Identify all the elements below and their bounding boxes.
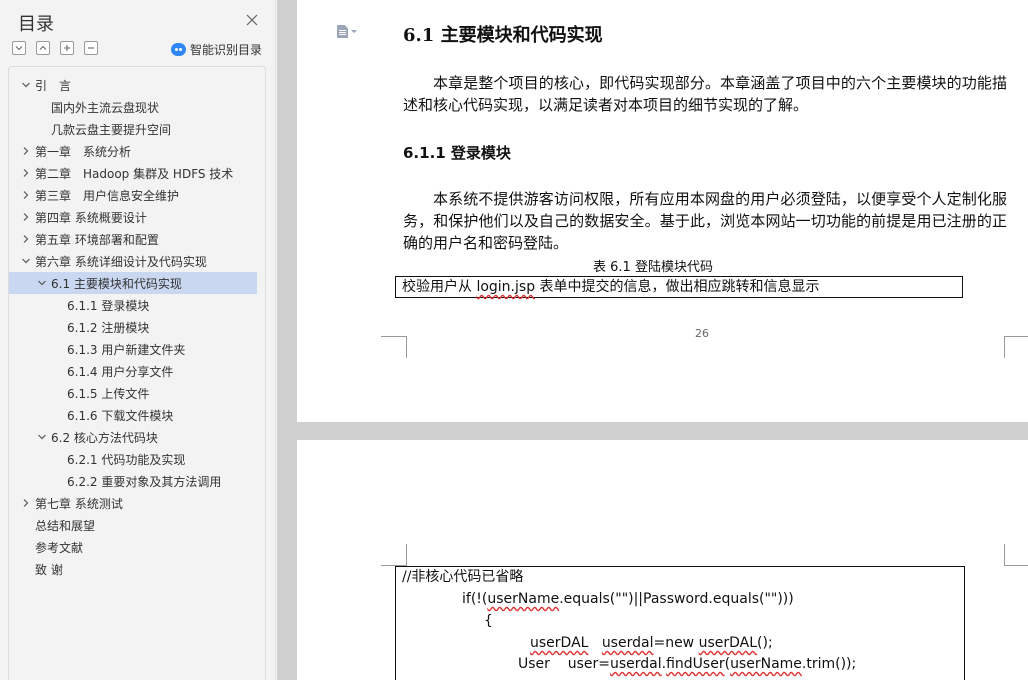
ai-assistant-icon (171, 43, 186, 56)
toc-item-label: 第六章 系统详细设计及代码实现 (35, 254, 207, 269)
toc-toolbar (12, 41, 98, 55)
toc-item[interactable]: 6.2.1 代码功能及实现 (9, 448, 265, 470)
document-page[interactable]: //非核心代码已省略 if(!(userName.equals("")||Pas… (297, 440, 1028, 680)
remove-level-icon[interactable] (84, 41, 98, 55)
toc-item[interactable]: 6.1.6 下载文件模块 (9, 404, 265, 426)
toc-item[interactable]: 第三章 用户信息安全维护 (9, 184, 265, 206)
toc-item[interactable]: 引 言 (9, 74, 265, 96)
toc-item-label: 致 谢 (35, 562, 63, 577)
toc-item-label: 第二章 Hadoop 集群及 HDFS 技术 (35, 166, 234, 181)
sidebar-title: 目录 (18, 14, 54, 35)
crop-mark (1004, 336, 1028, 358)
toc-item-label: 6.2.2 重要对象及其方法调用 (67, 474, 222, 489)
toc-item[interactable]: 第一章 系统分析 (9, 140, 265, 162)
toc-item[interactable]: 第五章 环境部署和配置 (9, 228, 265, 250)
table-cell-text-file: login.jsp (476, 279, 536, 295)
code-line: if(!(userName.equals("")||Password.equal… (462, 591, 794, 607)
chevron-right-icon[interactable] (21, 234, 31, 244)
document-icon (337, 25, 348, 38)
toc-item-label: 6.2 核心方法代码块 (51, 430, 158, 445)
chevron-right-icon[interactable] (21, 146, 31, 156)
crop-mark (381, 544, 407, 566)
code-block: //非核心代码已省略 if(!(userName.equals("")||Pas… (395, 566, 965, 680)
chevron-down-icon[interactable] (21, 256, 31, 266)
toc-item-label: 第一章 系统分析 (35, 144, 132, 159)
chevron-down-icon[interactable] (21, 80, 31, 90)
smart-toc-label: 智能识别目录 (190, 43, 263, 57)
toc-item[interactable]: 6.1.2 注册模块 (9, 316, 265, 338)
chevron-down-icon (351, 30, 357, 33)
toc-item[interactable]: 参考文献 (9, 536, 265, 558)
crop-mark (381, 336, 407, 358)
toc-item[interactable]: 第六章 系统详细设计及代码实现 (9, 250, 265, 272)
page-number: 26 (695, 327, 709, 340)
paragraph: 本系统不提供游客访问权限，所有应用本网盘的用户必须登陆，以便享受个人定制化服务，… (403, 190, 1007, 252)
toc-item[interactable]: 总结和展望 (9, 514, 265, 536)
toc-item-label: 6.2.1 代码功能及实现 (67, 452, 186, 467)
chevron-right-icon[interactable] (21, 190, 31, 200)
toc-item[interactable]: 6.1.3 用户新建文件夹 (9, 338, 265, 360)
close-icon[interactable] (244, 12, 260, 28)
toc-list: 引 言国内外主流云盘现状 几款云盘主要提升空间第一章 系统分析第二章 Hadoop… (9, 74, 265, 580)
toc-item[interactable]: 6.2 核心方法代码块 (9, 426, 265, 448)
toc-item[interactable]: 第七章 系统测试 (9, 492, 265, 514)
toc-item-label: 6.1.5 上传文件 (67, 386, 150, 401)
table-cell-text-prefix: 校验用户从 (402, 279, 477, 295)
toc-item-label: 国内外主流云盘现状 (51, 100, 160, 115)
toc-item-label: 6.1.4 用户分享文件 (67, 364, 174, 379)
toc-item-label: 几款云盘主要提升空间 (51, 122, 172, 137)
toc-item[interactable]: 6.1.5 上传文件 (9, 382, 265, 404)
toc-item[interactable]: 6.1.4 用户分享文件 (9, 360, 265, 382)
toc-item-label: 引 言 (35, 78, 72, 93)
code-line: { (484, 613, 493, 629)
toc-panel: 引 言国内外主流云盘现状 几款云盘主要提升空间第一章 系统分析第二章 Hadoop… (8, 66, 266, 680)
chevron-right-icon[interactable] (21, 168, 31, 178)
toc-item-label: 第五章 环境部署和配置 (35, 232, 159, 247)
toc-item[interactable]: 第二章 Hadoop 集群及 HDFS 技术 (9, 162, 265, 184)
add-level-icon[interactable] (60, 41, 74, 55)
toc-item[interactable]: 6.1 主要模块和代码实现 (9, 272, 257, 294)
page-menu[interactable] (337, 25, 357, 38)
section-heading: 6.1 主要模块和代码实现 (403, 25, 603, 46)
table-cell: 校验用户从 login.jsp 表单中提交的信息，做出相应跳转和信息显示 (395, 276, 963, 298)
toc-item-label: 6.1.2 注册模块 (67, 320, 150, 335)
expand-all-icon[interactable] (36, 41, 50, 55)
toc-item[interactable]: 第四章 系统概要设计 (9, 206, 265, 228)
toc-item-label: 参考文献 (35, 540, 84, 555)
table-cell-text-suffix: 表单中提交的信息，做出相应跳转和信息显示 (535, 279, 820, 295)
toc-sidebar: 目录 智能识别目录 引 言国内外主流云盘现状 几款云盘主要提升空间第一章 系统分析… (0, 0, 276, 680)
toc-item-label: 6.1.3 用户新建文件夹 (67, 342, 186, 357)
toc-item-label: 6.1.6 下载文件模块 (67, 408, 174, 423)
collapse-all-icon[interactable] (12, 41, 26, 55)
smart-toc-button[interactable]: 智能识别目录 (171, 41, 262, 58)
crop-mark (1004, 544, 1028, 566)
toc-item-label: 第七章 系统测试 (35, 496, 123, 511)
toc-item[interactable]: 国内外主流云盘现状 (9, 96, 265, 118)
toc-item-label: 6.1 主要模块和代码实现 (51, 276, 182, 291)
code-line: User user=userdal.findUser(userName.trim… (518, 656, 857, 672)
document-area[interactable]: 6.1 主要模块和代码实现 本章是整个项目的核心，即代码实现部分。本章涵盖了项目… (277, 0, 1028, 680)
toc-item[interactable]: 6.1.1 登录模块 (9, 294, 265, 316)
toc-item-label: 6.1.1 登录模块 (67, 298, 150, 313)
toc-item[interactable]: 6.2.2 重要对象及其方法调用 (9, 470, 265, 492)
code-line: //非核心代码已省略 (402, 569, 524, 585)
chevron-down-icon[interactable] (37, 278, 47, 288)
toc-item-label: 总结和展望 (35, 518, 96, 533)
code-line: userDAL userdal=new userDAL(); (530, 635, 773, 651)
toc-item-label: 第三章 用户信息安全维护 (35, 188, 180, 203)
paragraph: 本章是整个项目的核心，即代码实现部分。本章涵盖了项目中的六个主要模块的功能描述和… (403, 74, 1007, 114)
subsection-heading: 6.1.1 登录模块 (403, 144, 511, 162)
chevron-right-icon[interactable] (21, 212, 31, 222)
chevron-down-icon[interactable] (37, 432, 47, 442)
toc-item-label: 第四章 系统概要设计 (35, 210, 147, 225)
chevron-right-icon[interactable] (21, 498, 31, 508)
document-page[interactable]: 6.1 主要模块和代码实现 本章是整个项目的核心，即代码实现部分。本章涵盖了项目… (297, 0, 1028, 422)
table-caption: 表 6.1 登陆模块代码 (593, 260, 713, 275)
toc-item[interactable]: 致 谢 (9, 558, 265, 580)
toc-item[interactable]: 几款云盘主要提升空间 (9, 118, 265, 140)
